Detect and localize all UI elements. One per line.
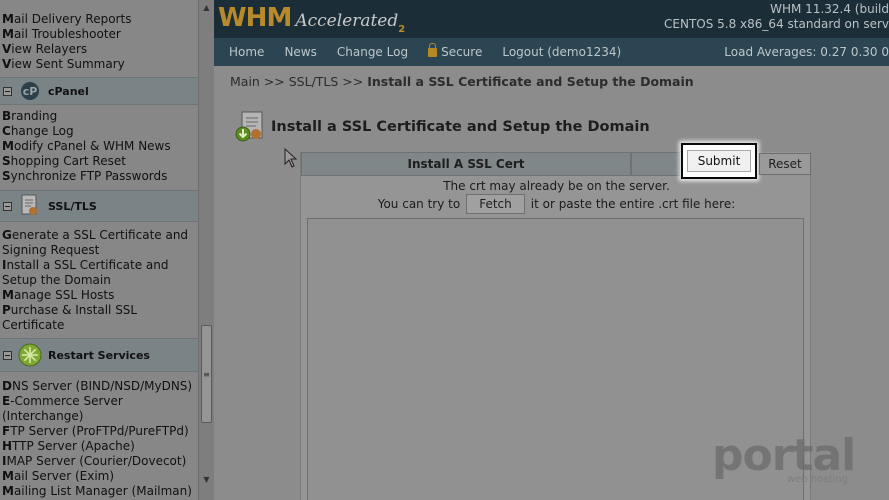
svg-text:cP: cP xyxy=(23,85,38,98)
collapse-toggle-icon[interactable] xyxy=(3,86,12,96)
sidebar-link-restart-http[interactable]: HTTP Server (Apache) xyxy=(0,439,214,454)
sidebar-link-view-sent-summary[interactable]: View Sent Summary xyxy=(0,57,214,72)
collapse-toggle-icon[interactable] xyxy=(3,201,12,211)
page-header: Install a SSL Certificate and Setup the … xyxy=(234,110,650,144)
sidebar-section-title: SSL/TLS xyxy=(48,199,97,213)
sidebar-link-view-relayers[interactable]: View Relayers xyxy=(0,42,214,57)
sidebar-section-ssl-tls[interactable]: SSL/TLS xyxy=(0,190,214,222)
scrollbar-thumb[interactable]: ≡ xyxy=(201,325,212,423)
version-info: WHM 11.32.4 (build CENTOS 5.8 x86_64 sta… xyxy=(664,2,889,31)
sidebar-link-change-log[interactable]: Change Log xyxy=(0,124,214,139)
sidebar: Mail Delivery Reports Mail Troubleshoote… xyxy=(0,0,214,500)
certificate-icon xyxy=(18,194,42,217)
submit-button[interactable]: Submit xyxy=(687,150,751,172)
header-bar: WHM Accelerated 2 WHM 11.32.4 (build CEN… xyxy=(214,0,889,38)
form-header-spacer xyxy=(631,152,680,176)
submit-button-highlight: Submit xyxy=(681,143,757,179)
sidebar-link-restart-ftp[interactable]: FTP Server (ProFTPd/PureFTPd) xyxy=(0,424,214,439)
breadcrumb-path[interactable]: Main >> SSL/TLS >> xyxy=(230,74,367,89)
restart-services-icon xyxy=(18,343,42,367)
sidebar-link-install-ssl-cert-cont[interactable]: Setup the Domain xyxy=(0,273,214,288)
sidebar-section-title: Restart Services xyxy=(48,348,150,362)
form-header: Install A SSL Cert xyxy=(301,152,631,176)
sidebar-link-install-ssl-cert[interactable]: Install a SSL Certificate and xyxy=(0,258,214,273)
crt-note: The crt may already be on the server. xyxy=(443,179,670,193)
portal-watermark-logo: portal web hosting xyxy=(712,430,856,486)
sidebar-link-restart-mail[interactable]: Mail Server (Exim) xyxy=(0,469,214,484)
sidebar-scrollbar[interactable]: ▲ ≡ ▼ xyxy=(198,0,214,500)
sidebar-link-restart-ecommerce-cont[interactable]: (Interchange) xyxy=(0,409,214,424)
sidebar-section-cpanel[interactable]: cP cPanel xyxy=(0,77,214,105)
nav-home[interactable]: Home xyxy=(229,45,264,59)
install-certificate-icon xyxy=(234,110,268,144)
scroll-up-arrow-icon[interactable]: ▲ xyxy=(199,0,214,14)
scroll-down-arrow-icon[interactable]: ▼ xyxy=(199,472,214,486)
whm-logo[interactable]: WHM Accelerated 2 xyxy=(218,3,405,35)
load-averages: Load Averages: 0.27 0.30 0 xyxy=(724,45,889,59)
nav-secure[interactable]: Secure xyxy=(428,42,482,59)
sidebar-link-branding[interactable]: Branding xyxy=(0,109,214,124)
sidebar-link-restart-ecommerce[interactable]: E-Commerce Server xyxy=(0,394,214,409)
collapse-toggle-icon[interactable] xyxy=(3,350,12,360)
fetch-button[interactable]: Fetch xyxy=(466,194,525,214)
nav-change-log[interactable]: Change Log xyxy=(337,45,408,59)
sidebar-link-restart-imap[interactable]: IMAP Server (Courier/Dovecot) xyxy=(0,454,214,469)
lock-icon xyxy=(428,42,438,57)
sidebar-link-purchase-install-ssl-cont[interactable]: Certificate xyxy=(0,318,214,333)
page-title: Install a SSL Certificate and Setup the … xyxy=(271,119,650,135)
sidebar-link-modify-news[interactable]: Modify cPanel & WHM News xyxy=(0,139,214,154)
sidebar-link-generate-ssl-csr[interactable]: Generate a SSL Certificate and xyxy=(0,228,214,243)
sidebar-link-mail-delivery-reports[interactable]: Mail Delivery Reports xyxy=(0,12,214,27)
sidebar-link-purchase-install-ssl[interactable]: Purchase & Install SSL xyxy=(0,303,214,318)
sidebar-link-shopping-cart-reset[interactable]: Shopping Cart Reset xyxy=(0,154,214,169)
nav-logout[interactable]: Logout (demo1234) xyxy=(502,45,621,59)
cpanel-logo-icon: cP xyxy=(18,80,42,102)
breadcrumb: Main >> SSL/TLS >> Install a SSL Certifi… xyxy=(230,74,694,89)
sidebar-link-restart-dns[interactable]: DNS Server (BIND/NSD/MyDNS) xyxy=(0,379,214,394)
breadcrumb-current: Install a SSL Certificate and Setup the … xyxy=(367,74,694,89)
sidebar-link-sync-ftp-passwords[interactable]: Synchronize FTP Passwords xyxy=(0,169,214,184)
sidebar-link-generate-ssl-csr-cont[interactable]: Signing Request xyxy=(0,243,214,258)
reset-button[interactable]: Reset xyxy=(759,153,811,175)
mouse-cursor-icon xyxy=(284,147,298,171)
sidebar-link-mail-troubleshooter[interactable]: Mail Troubleshooter xyxy=(0,27,214,42)
sidebar-section-title: cPanel xyxy=(48,84,89,98)
top-nav: Home News Change Log Secure Logout (demo… xyxy=(214,38,889,66)
fetch-note: You can try to Fetch it or paste the ent… xyxy=(301,194,812,214)
sidebar-section-restart-services[interactable]: Restart Services xyxy=(0,338,214,372)
sidebar-link-manage-ssl-hosts[interactable]: Manage SSL Hosts xyxy=(0,288,214,303)
sidebar-link-restart-mailman[interactable]: Mailing List Manager (Mailman) xyxy=(0,484,214,499)
nav-news[interactable]: News xyxy=(284,45,316,59)
